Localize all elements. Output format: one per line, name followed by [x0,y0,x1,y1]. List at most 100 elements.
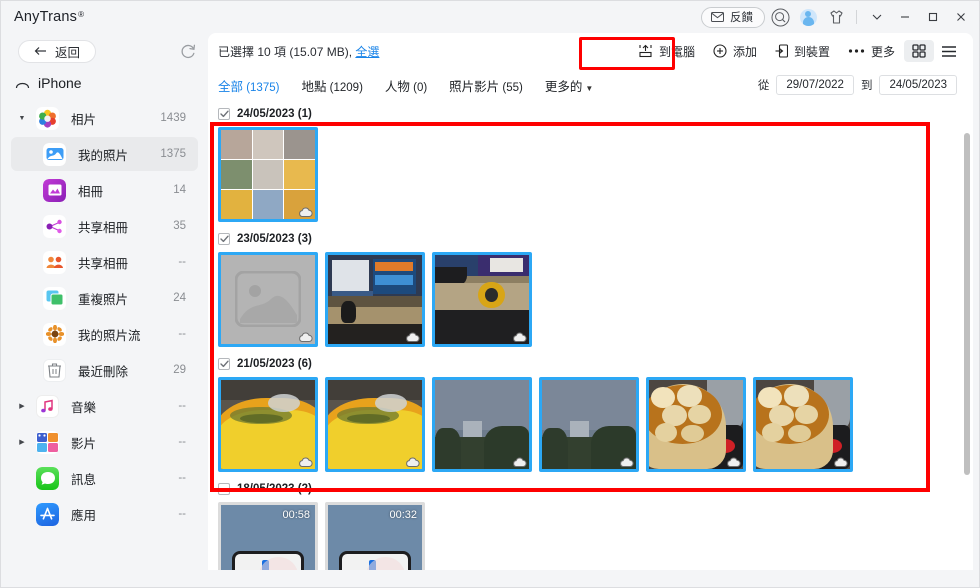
close-button[interactable] [948,4,974,30]
feedback-label: 反饋 [730,12,753,24]
group-date-label: 24/05/2023 (1) [237,108,312,120]
sidebar-item-6[interactable]: 我的照片流 -- [11,317,198,351]
export-to-computer-icon [638,44,653,58]
icloud-icon [298,330,313,342]
filter-tab-0[interactable]: 全部 (1375) [218,76,279,95]
more-button[interactable]: 更多 [839,38,904,64]
filter-tab-3[interactable]: 照片影片 (55) [449,76,523,95]
icloud-icon [512,455,527,467]
video-duration-label: 00:58 [282,509,310,521]
photo-thumbnail[interactable] [432,252,532,347]
photo-thumbnail[interactable]: 00:58 [218,502,318,570]
sidebar-item-label: 我的照片流 [78,328,141,343]
group-checkbox[interactable] [218,483,230,495]
add-button[interactable]: 添加 [704,38,766,64]
group-date-label: 21/05/2023 (6) [237,358,312,370]
icloud-icon [619,455,634,467]
photo-group-thumbnails [208,123,973,222]
selection-count-text: 已選擇 10 項 (15.07 MB), [218,44,353,59]
sidebar-item-7[interactable]: 最近刪除 29 [11,353,198,387]
photo-thumbnail[interactable] [218,127,318,222]
sidebar-item-label: 共享相冊 [78,256,129,271]
sidebar-item-4[interactable]: 共享相冊 -- [11,245,198,279]
feedback-button[interactable]: 反饋 [701,6,765,28]
photo-group-thumbnails [208,373,973,472]
sidebar-item-9[interactable]: ▶ 影片 -- [11,425,198,459]
sidebar-item-count: -- [178,472,186,484]
photo-thumbnail[interactable] [325,377,425,472]
sidebar-item-11[interactable]: 應用 -- [11,497,198,531]
sidebar-item-2[interactable]: 相冊 14 [11,173,198,207]
photo-thumbnail[interactable] [539,377,639,472]
anytrans-window: AnyTrans ® 反饋 返回 iPhone ▼ 相片 1439 我的照片 1… [0,0,980,588]
icloud-icon [512,330,527,342]
date-range-filter: 從 29/07/2022 到 24/05/2023 [758,75,973,95]
shared-album-icon [43,214,66,238]
content-panel: 已選擇 10 項 (15.07 MB), 全選 到電腦 添加 到裝置 更多 全部… [208,33,973,570]
photo-thumbnail[interactable] [218,377,318,472]
filter-tab-count: (0) [409,81,428,94]
photo-group-header: 23/05/2023 (3) [208,230,973,248]
chevron-down-icon[interactable] [864,4,890,30]
photo-thumbnail[interactable] [325,252,425,347]
sidebar-item-label: 我的照片 [78,148,129,163]
date-to-input[interactable]: 24/05/2023 [879,75,957,95]
sidebar-item-10[interactable]: 訊息 -- [11,461,198,495]
sidebar-item-0[interactable]: ▼ 相片 1439 [11,101,198,135]
sidebar-item-label: 相片 [71,112,97,127]
group-checkbox[interactable] [218,233,230,245]
chevron-right-icon[interactable]: ▶ [17,402,27,410]
filter-tab-count: (1209) [326,81,363,94]
sidebar-item-8[interactable]: ▶ 音樂 -- [11,389,198,423]
sidebar-item-label: 音樂 [71,400,97,415]
trash-icon [43,358,66,382]
photo-thumbnail[interactable] [646,377,746,472]
filter-tab-2[interactable]: 人物 (0) [385,76,427,95]
sidebar-item-3[interactable]: 共享相冊 35 [11,209,198,243]
group-date-label: 18/05/2023 (2) [237,483,312,495]
filter-tabs: 全部 (1375) 地點 (1209) 人物 (0) 照片影片 (55) 更多的 ▼ [218,76,593,95]
skin-theme-icon[interactable] [823,4,849,30]
filter-tab-label: 全部 [218,79,244,94]
vertical-scrollbar[interactable] [964,105,970,560]
scrollbar-thumb[interactable] [964,133,970,475]
photo-grid[interactable]: 24/05/2023 (1) 23/05/2023 (3) 21/05/2023 (… [208,101,973,570]
user-avatar[interactable] [795,4,821,30]
date-from-input[interactable]: 29/07/2022 [776,75,854,95]
photo-group: 18/05/2023 (2) 00:58 00:32 [208,480,973,570]
list-view-button[interactable] [934,40,964,62]
group-checkbox[interactable] [218,108,230,120]
filter-tab-label: 地點 [301,79,327,94]
list-view-icon [941,45,957,58]
maximize-button[interactable] [920,4,946,30]
sidebar-item-count: 29 [173,364,186,376]
group-checkbox[interactable] [218,358,230,370]
refresh-icon[interactable] [177,40,199,62]
filter-tab-1[interactable]: 地點 (1209) [301,76,362,95]
back-button[interactable]: 返回 [18,39,96,63]
minimize-button[interactable] [892,4,918,30]
sidebar-item-5[interactable]: 重複照片 24 [11,281,198,315]
photo-thumbnail[interactable]: 00:32 [325,502,425,570]
sidebar-item-1[interactable]: 我的照片 1375 [11,137,198,171]
photo-thumbnail[interactable] [432,377,532,472]
sidebar-item-count: 1375 [160,148,186,160]
grid-view-button[interactable] [904,40,934,62]
video-duration-label: 00:32 [389,509,417,521]
device-header[interactable]: iPhone [1,69,208,97]
photo-thumbnail[interactable] [218,252,318,347]
chevron-down-icon[interactable]: ▼ [17,115,27,122]
photo-thumbnail[interactable] [753,377,853,472]
chevron-right-icon[interactable]: ▶ [17,438,27,446]
photos-icon [36,106,59,130]
to-device-button[interactable]: 到裝置 [766,38,839,64]
group-date-label: 23/05/2023 (3) [237,233,312,245]
select-all-link[interactable]: 全選 [355,45,379,59]
search-icon[interactable] [767,4,793,30]
registered-mark: ® [78,10,85,19]
to-computer-button[interactable]: 到電腦 [629,38,704,64]
photo-group: 24/05/2023 (1) [208,105,973,222]
duplicate-icon [43,286,66,310]
sidebar-item-label: 重複照片 [78,292,129,307]
filter-tab-4[interactable]: 更多的 ▼ [545,76,593,95]
